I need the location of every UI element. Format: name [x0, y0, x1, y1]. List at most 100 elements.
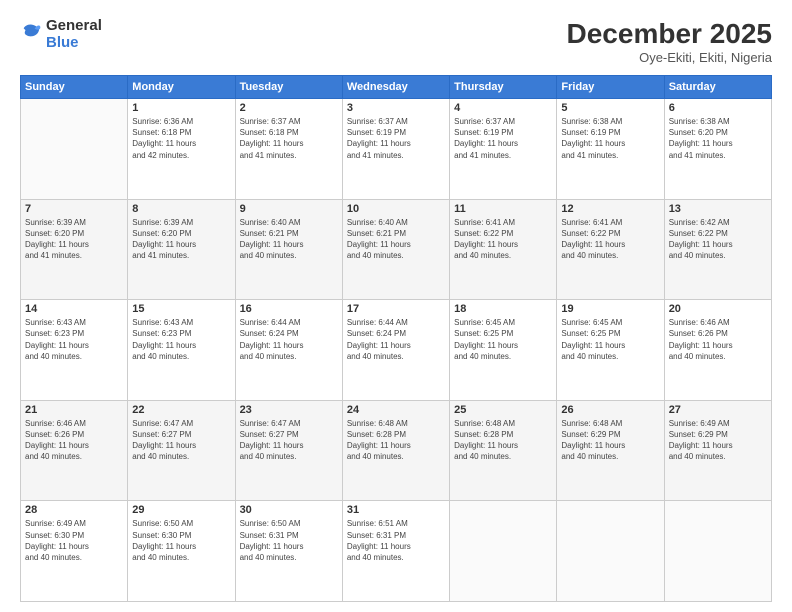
day-number: 21 [25, 404, 123, 416]
day-info: Sunrise: 6:38 AM Sunset: 6:20 PM Dayligh… [669, 116, 767, 161]
day-info: Sunrise: 6:38 AM Sunset: 6:19 PM Dayligh… [561, 116, 659, 161]
calendar-cell: 9 Sunrise: 6:40 AM Sunset: 6:21 PM Daylig… [235, 199, 342, 300]
day-info: Sunrise: 6:37 AM Sunset: 6:18 PM Dayligh… [240, 116, 338, 161]
calendar-cell: 1Sunrise: 6:36 AM Sunset: 6:18 PM Daylig… [128, 99, 235, 200]
calendar-week-row: 28 Sunrise: 6:49 AM Sunset: 6:30 PM Dayli… [21, 501, 772, 602]
day-info: Sunrise: 6:37 AM Sunset: 6:19 PM Dayligh… [454, 116, 552, 161]
day-number: 18 [454, 303, 552, 315]
calendar-cell: 21 Sunrise: 6:46 AM Sunset: 6:26 PM Dayli… [21, 400, 128, 501]
day-number: 20 [669, 303, 767, 315]
day-number: 19 [561, 303, 659, 315]
day-number: 9 [240, 203, 338, 215]
day-number: 1 [132, 102, 230, 114]
calendar-cell: 30 Sunrise: 6:50 AM Sunset: 6:31 PM Dayli… [235, 501, 342, 602]
calendar-cell: 13Sunrise: 6:42 AM Sunset: 6:22 PM Dayli… [664, 199, 771, 300]
day-number: 26 [561, 404, 659, 416]
day-number: 6 [669, 102, 767, 114]
day-info: Sunrise: 6:40 AM Sunset: 6:21 PM Dayligh… [347, 217, 445, 262]
logo-general: General [46, 18, 102, 35]
day-number: 29 [132, 504, 230, 516]
day-info: Sunrise: 6:51 AM Sunset: 6:31 PM Dayligh… [347, 518, 445, 563]
day-info: Sunrise: 6:43 AM Sunset: 6:23 PM Dayligh… [132, 317, 230, 362]
day-number: 30 [240, 504, 338, 516]
day-info: Sunrise: 6:41 AM Sunset: 6:22 PM Dayligh… [454, 217, 552, 262]
header: General Blue December 2025 Oye-Ekiti, Ek… [20, 18, 772, 65]
calendar-cell: 10 Sunrise: 6:40 AM Sunset: 6:21 PM Dayli… [342, 199, 449, 300]
calendar-cell: 23 Sunrise: 6:47 AM Sunset: 6:27 PM Dayli… [235, 400, 342, 501]
calendar-cell: 26 Sunrise: 6:48 AM Sunset: 6:29 PM Dayli… [557, 400, 664, 501]
day-number: 14 [25, 303, 123, 315]
day-info: Sunrise: 6:49 AM Sunset: 6:29 PM Dayligh… [669, 418, 767, 463]
day-header-saturday: Saturday [664, 76, 771, 99]
calendar-cell: 12 Sunrise: 6:41 AM Sunset: 6:22 PM Dayli… [557, 199, 664, 300]
calendar-cell: 31 Sunrise: 6:51 AM Sunset: 6:31 PM Dayli… [342, 501, 449, 602]
day-number: 5 [561, 102, 659, 114]
calendar-cell: 17Sunrise: 6:44 AM Sunset: 6:24 PM Dayli… [342, 300, 449, 401]
day-info: Sunrise: 6:45 AM Sunset: 6:25 PM Dayligh… [561, 317, 659, 362]
day-number: 16 [240, 303, 338, 315]
calendar-cell [664, 501, 771, 602]
day-number: 23 [240, 404, 338, 416]
calendar-header-row: SundayMondayTuesdayWednesdayThursdayFrid… [21, 76, 772, 99]
day-info: Sunrise: 6:46 AM Sunset: 6:26 PM Dayligh… [25, 418, 123, 463]
day-header-monday: Monday [128, 76, 235, 99]
calendar-table: SundayMondayTuesdayWednesdayThursdayFrid… [20, 75, 772, 602]
day-info: Sunrise: 6:48 AM Sunset: 6:28 PM Dayligh… [454, 418, 552, 463]
day-info: Sunrise: 6:50 AM Sunset: 6:30 PM Dayligh… [132, 518, 230, 563]
day-header-thursday: Thursday [450, 76, 557, 99]
calendar-week-row: 14 Sunrise: 6:43 AM Sunset: 6:23 PM Dayli… [21, 300, 772, 401]
day-number: 7 [25, 203, 123, 215]
day-info: Sunrise: 6:41 AM Sunset: 6:22 PM Dayligh… [561, 217, 659, 262]
day-info: Sunrise: 6:39 AM Sunset: 6:20 PM Dayligh… [25, 217, 123, 262]
calendar-cell: 14 Sunrise: 6:43 AM Sunset: 6:23 PM Dayli… [21, 300, 128, 401]
day-info: Sunrise: 6:44 AM Sunset: 6:24 PM Dayligh… [240, 317, 338, 362]
day-header-wednesday: Wednesday [342, 76, 449, 99]
day-number: 3 [347, 102, 445, 114]
calendar-cell: 5 Sunrise: 6:38 AM Sunset: 6:19 PM Daylig… [557, 99, 664, 200]
calendar-cell: 4 Sunrise: 6:37 AM Sunset: 6:19 PM Daylig… [450, 99, 557, 200]
calendar-cell: 2Sunrise: 6:37 AM Sunset: 6:18 PM Daylig… [235, 99, 342, 200]
day-number: 4 [454, 102, 552, 114]
logo: General Blue [20, 18, 102, 51]
day-info: Sunrise: 6:39 AM Sunset: 6:20 PM Dayligh… [132, 217, 230, 262]
day-number: 17 [347, 303, 445, 315]
day-number: 15 [132, 303, 230, 315]
calendar-cell: 28 Sunrise: 6:49 AM Sunset: 6:30 PM Dayli… [21, 501, 128, 602]
day-number: 22 [132, 404, 230, 416]
title-area: December 2025 Oye-Ekiti, Ekiti, Nigeria [567, 18, 772, 65]
day-info: Sunrise: 6:48 AM Sunset: 6:29 PM Dayligh… [561, 418, 659, 463]
calendar-cell: 6 Sunrise: 6:38 AM Sunset: 6:20 PM Daylig… [664, 99, 771, 200]
day-info: Sunrise: 6:47 AM Sunset: 6:27 PM Dayligh… [240, 418, 338, 463]
calendar-week-row: 7 Sunrise: 6:39 AM Sunset: 6:20 PM Daylig… [21, 199, 772, 300]
calendar-cell: 11Sunrise: 6:41 AM Sunset: 6:22 PM Dayli… [450, 199, 557, 300]
calendar-cell: 19 Sunrise: 6:45 AM Sunset: 6:25 PM Dayli… [557, 300, 664, 401]
day-number: 24 [347, 404, 445, 416]
location-title: Oye-Ekiti, Ekiti, Nigeria [567, 50, 772, 65]
calendar-cell: 7 Sunrise: 6:39 AM Sunset: 6:20 PM Daylig… [21, 199, 128, 300]
calendar-cell [21, 99, 128, 200]
day-info: Sunrise: 6:49 AM Sunset: 6:30 PM Dayligh… [25, 518, 123, 563]
day-info: Sunrise: 6:46 AM Sunset: 6:26 PM Dayligh… [669, 317, 767, 362]
day-info: Sunrise: 6:43 AM Sunset: 6:23 PM Dayligh… [25, 317, 123, 362]
day-number: 31 [347, 504, 445, 516]
calendar-cell: 20 Sunrise: 6:46 AM Sunset: 6:26 PM Dayli… [664, 300, 771, 401]
calendar-cell: 18 Sunrise: 6:45 AM Sunset: 6:25 PM Dayli… [450, 300, 557, 401]
day-number: 12 [561, 203, 659, 215]
day-number: 13 [669, 203, 767, 215]
day-number: 28 [25, 504, 123, 516]
day-info: Sunrise: 6:47 AM Sunset: 6:27 PM Dayligh… [132, 418, 230, 463]
calendar-cell: 24 Sunrise: 6:48 AM Sunset: 6:28 PM Dayli… [342, 400, 449, 501]
day-number: 8 [132, 203, 230, 215]
logo-blue: Blue [46, 35, 102, 52]
calendar-cell: 29 Sunrise: 6:50 AM Sunset: 6:30 PM Dayli… [128, 501, 235, 602]
day-info: Sunrise: 6:48 AM Sunset: 6:28 PM Dayligh… [347, 418, 445, 463]
calendar-cell [557, 501, 664, 602]
calendar-cell: 8 Sunrise: 6:39 AM Sunset: 6:20 PM Daylig… [128, 199, 235, 300]
page: General Blue December 2025 Oye-Ekiti, Ek… [0, 0, 792, 612]
day-info: Sunrise: 6:45 AM Sunset: 6:25 PM Dayligh… [454, 317, 552, 362]
calendar-cell: 15 Sunrise: 6:43 AM Sunset: 6:23 PM Dayli… [128, 300, 235, 401]
calendar-cell: 22 Sunrise: 6:47 AM Sunset: 6:27 PM Dayli… [128, 400, 235, 501]
day-number: 10 [347, 203, 445, 215]
day-info: Sunrise: 6:50 AM Sunset: 6:31 PM Dayligh… [240, 518, 338, 563]
day-info: Sunrise: 6:40 AM Sunset: 6:21 PM Dayligh… [240, 217, 338, 262]
